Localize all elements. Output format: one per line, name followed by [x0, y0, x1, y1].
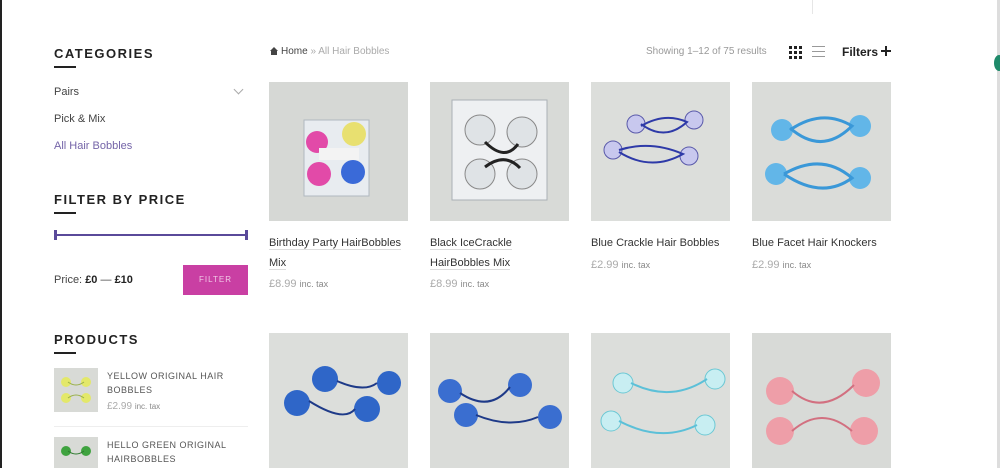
- category-label: Pairs: [54, 86, 80, 98]
- product-name[interactable]: Black IceCrackle HairBobbles Mix: [430, 233, 569, 273]
- product-price: £2.99 inc. tax: [107, 401, 161, 412]
- category-label: All Hair Bobbles: [54, 140, 133, 152]
- breadcrumb-separator: »: [310, 46, 317, 57]
- product-image[interactable]: [269, 333, 408, 468]
- filter-by-price-title: FILTER BY PRICE: [54, 192, 186, 207]
- header-divider: [812, 0, 813, 14]
- product-price: £8.99 inc. tax: [430, 278, 490, 290]
- price-slider-min-handle[interactable]: [54, 230, 57, 240]
- list-view-icon[interactable]: [812, 46, 825, 59]
- product-image[interactable]: [752, 82, 891, 221]
- product-image[interactable]: [430, 82, 569, 221]
- filters-button[interactable]: Filters: [842, 45, 878, 59]
- product-price: £8.99 inc. tax: [269, 278, 329, 290]
- product-image[interactable]: [591, 82, 730, 221]
- category-label: Pick & Mix: [54, 113, 106, 125]
- filter-button[interactable]: FILTER: [183, 265, 248, 295]
- chevron-down-icon[interactable]: [233, 84, 244, 95]
- title-underline: [54, 352, 76, 354]
- categories-title: CATEGORIES: [54, 46, 154, 61]
- page-frame: [0, 0, 2, 468]
- breadcrumb-current: All Hair Bobbles: [318, 46, 390, 57]
- product-price: £2.99 inc. tax: [752, 259, 812, 271]
- category-all-hair-bobbles[interactable]: All Hair Bobbles: [54, 140, 248, 152]
- plus-icon[interactable]: [881, 46, 891, 56]
- price-slider-track[interactable]: [54, 234, 248, 236]
- result-count: Showing 1–12 of 75 results: [646, 46, 767, 57]
- breadcrumb-home[interactable]: Home: [270, 46, 308, 57]
- product-name[interactable]: Blue Crackle Hair Bobbles: [591, 233, 730, 253]
- product-image[interactable]: [752, 333, 891, 468]
- product-thumbnail[interactable]: [54, 437, 98, 468]
- product-name[interactable]: Birthday Party HairBobbles Mix: [269, 233, 408, 273]
- category-pairs[interactable]: Pairs: [54, 84, 248, 98]
- products-title: PRODUCTS: [54, 332, 139, 347]
- title-underline: [54, 66, 76, 68]
- grid-view-icon[interactable]: [789, 46, 802, 59]
- breadcrumb: Home » All Hair Bobbles: [270, 46, 389, 57]
- price-range-label: Price: £0 — £10: [54, 274, 133, 286]
- product-thumbnail[interactable]: [54, 368, 98, 412]
- home-icon[interactable]: [270, 47, 278, 55]
- divider: [54, 426, 248, 427]
- category-pick-mix[interactable]: Pick & Mix: [54, 113, 248, 125]
- chat-widget-icon[interactable]: [994, 55, 1000, 71]
- product-name[interactable]: HELLO GREEN ORIGINAL HAIRBOBBLES: [107, 438, 237, 466]
- product-name[interactable]: Blue Facet Hair Knockers: [752, 233, 891, 253]
- product-price: £2.99 inc. tax: [591, 259, 651, 271]
- title-underline: [54, 212, 76, 214]
- product-image[interactable]: [591, 333, 730, 468]
- price-slider-max-handle[interactable]: [245, 230, 248, 240]
- product-name[interactable]: YELLOW ORIGINAL HAIR BOBBLES: [107, 369, 237, 397]
- product-image[interactable]: [430, 333, 569, 468]
- product-image[interactable]: [269, 82, 408, 221]
